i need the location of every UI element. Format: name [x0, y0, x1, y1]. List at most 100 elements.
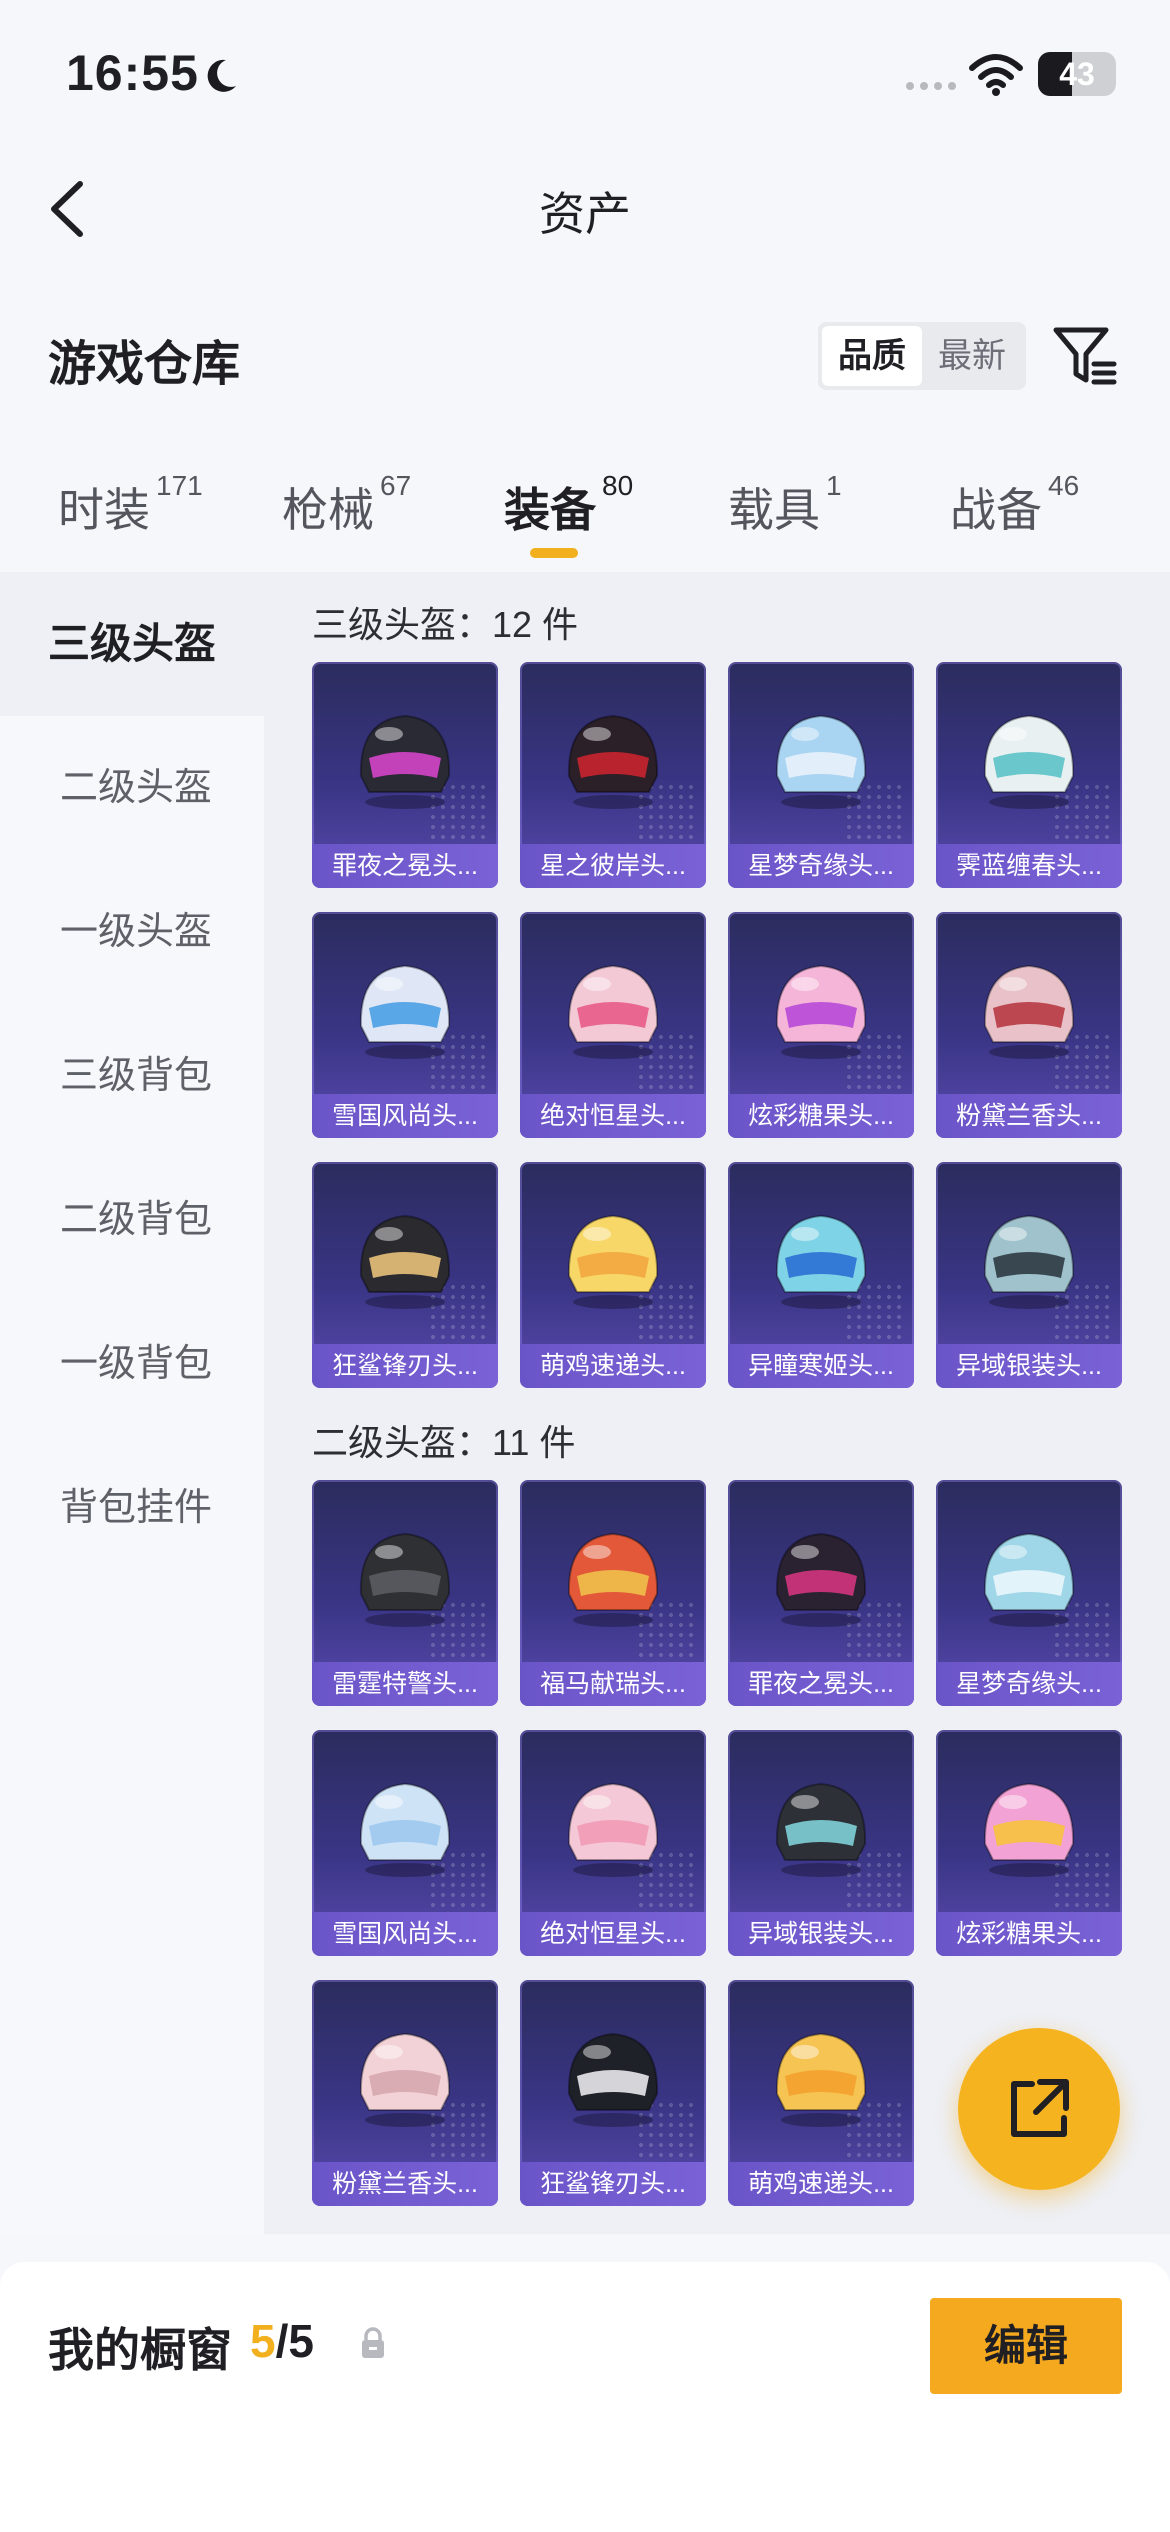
helmet-icon: [359, 714, 451, 809]
item-card[interactable]: 星之彼岸头...: [520, 662, 706, 888]
status-bar: 16:55 43: [0, 0, 1170, 150]
moon-icon: [207, 59, 236, 92]
item-card[interactable]: 福马献瑞头...: [520, 1480, 706, 1706]
share-fab-button[interactable]: [958, 2028, 1120, 2190]
helmet-icon: [775, 964, 867, 1059]
helmet-icon: [775, 714, 867, 809]
nav-bar: 资产: [0, 150, 1170, 260]
section-title: 二级头盔：11 件: [312, 1422, 576, 1463]
helmet-icon: [567, 1782, 659, 1877]
showcase-count-current: 5: [250, 2315, 276, 2367]
item-card[interactable]: 绝对恒星头...: [520, 1730, 706, 1956]
tab-count: 1: [826, 470, 842, 501]
side-nav-item[interactable]: 一级头盔: [0, 860, 264, 1004]
item-card-label: 霁蓝缠春头...: [936, 844, 1122, 888]
tab-label: 载具: [728, 484, 820, 536]
helmet-icon: [567, 2032, 659, 2127]
active-tab-indicator: [530, 548, 578, 558]
item-card[interactable]: 异域银装头...: [936, 1162, 1122, 1388]
item-card[interactable]: 萌鸡速递头...: [520, 1162, 706, 1388]
helmet-icon: [567, 964, 659, 1059]
side-nav-item[interactable]: 一级背包: [0, 1292, 264, 1436]
page-title: 资产: [539, 188, 631, 240]
showcase-label: 我的橱窗: [48, 2324, 232, 2376]
item-card-label: 绝对恒星头...: [520, 1912, 706, 1956]
item-card-label: 雪国风尚头...: [312, 1094, 498, 1138]
item-card-label: 雷霆特警头...: [312, 1662, 498, 1706]
item-card-label: 雪国风尚头...: [312, 1912, 498, 1956]
side-nav-item[interactable]: 三级头盔: [0, 572, 264, 716]
tab-vehicles[interactable]: 载具 1: [728, 470, 842, 540]
showcase-count: 5/5: [250, 2314, 314, 2368]
helmet-icon: [775, 1782, 867, 1877]
item-card[interactable]: 罪夜之冕头...: [728, 1480, 914, 1706]
tab-equipment[interactable]: 装备 80: [504, 470, 633, 540]
item-card[interactable]: 雷霆特警头...: [312, 1480, 498, 1706]
side-nav: 三级头盔 二级头盔 一级头盔 三级背包 二级背包 一级背包 背包挂件: [0, 572, 264, 2234]
tab-count: 67: [380, 470, 412, 501]
sort-option-quality[interactable]: 品质: [822, 326, 922, 386]
item-card[interactable]: 罪夜之冕头...: [312, 662, 498, 888]
item-card[interactable]: 星梦奇缘头...: [936, 1480, 1122, 1706]
item-card[interactable]: 萌鸡速递头...: [728, 1980, 914, 2206]
item-card-label: 粉黛兰香头...: [312, 2162, 498, 2206]
item-card[interactable]: 异瞳寒姬头...: [728, 1162, 914, 1388]
item-card[interactable]: 狂鲨锋刃头...: [312, 1162, 498, 1388]
showcase-count-total: /5: [275, 2315, 314, 2367]
helmet-icon: [775, 1214, 867, 1309]
item-card[interactable]: 炫彩糖果头...: [936, 1730, 1122, 1956]
helmet-icon: [359, 2032, 451, 2127]
category-tabs: 时装 171 枪械 67 装备 80 载具 1 战备 46: [0, 462, 1170, 572]
helmet-icon: [775, 2032, 867, 2127]
lock-icon[interactable]: [358, 2326, 388, 2360]
helmet-icon: [983, 1532, 1075, 1627]
tab-fashion[interactable]: 时装 171: [58, 470, 203, 540]
item-card-label: 异瞳寒姬头...: [728, 1344, 914, 1388]
helmet-icon: [775, 1532, 867, 1627]
helmet-icon: [567, 714, 659, 809]
filter-icon[interactable]: [1052, 324, 1118, 386]
item-card[interactable]: 雪国风尚头...: [312, 1730, 498, 1956]
helmet-icon: [359, 1214, 451, 1309]
item-card[interactable]: 霁蓝缠春头...: [936, 662, 1122, 888]
item-card-label: 狂鲨锋刃头...: [520, 2162, 706, 2206]
item-card[interactable]: 雪国风尚头...: [312, 912, 498, 1138]
item-card-label: 福马献瑞头...: [520, 1662, 706, 1706]
item-card-label: 异域银装头...: [936, 1344, 1122, 1388]
status-time: 16:55: [66, 45, 199, 101]
battery-indicator: 43: [1038, 52, 1116, 96]
item-card[interactable]: 星梦奇缘头...: [728, 662, 914, 888]
edit-button[interactable]: 编辑: [930, 2298, 1122, 2394]
item-card[interactable]: 粉黛兰香头...: [312, 1980, 498, 2206]
tab-firearms[interactable]: 枪械 67: [282, 470, 411, 540]
item-card-label: 萌鸡速递头...: [728, 2162, 914, 2206]
share-icon: [1011, 2079, 1069, 2137]
tab-supplies[interactable]: 战备 46: [950, 470, 1079, 540]
tab-count: 80: [602, 470, 634, 501]
item-card[interactable]: 粉黛兰香头...: [936, 912, 1122, 1138]
tab-count: 46: [1048, 470, 1080, 501]
side-nav-item[interactable]: 二级头盔: [0, 716, 264, 860]
signal-icon: [906, 82, 956, 90]
side-nav-item[interactable]: 三级背包: [0, 1004, 264, 1148]
helmet-icon: [983, 964, 1075, 1059]
sort-option-latest[interactable]: 最新: [922, 326, 1022, 386]
helmet-icon: [359, 964, 451, 1059]
side-nav-item[interactable]: 二级背包: [0, 1148, 264, 1292]
item-card-label: 异域银装头...: [728, 1912, 914, 1956]
item-card[interactable]: 狂鲨锋刃头...: [520, 1980, 706, 2206]
item-card[interactable]: 异域银装头...: [728, 1730, 914, 1956]
item-card[interactable]: 绝对恒星头...: [520, 912, 706, 1138]
item-card-label: 炫彩糖果头...: [936, 1912, 1122, 1956]
tab-label: 时装: [58, 484, 150, 536]
item-card-label: 狂鲨锋刃头...: [312, 1344, 498, 1388]
battery-text: 43: [1059, 56, 1095, 92]
wifi-icon: [969, 54, 1023, 96]
side-nav-item[interactable]: 背包挂件: [0, 1436, 264, 1580]
helmet-icon: [359, 1782, 451, 1877]
helmet-icon: [567, 1214, 659, 1309]
item-card-label: 绝对恒星头...: [520, 1094, 706, 1138]
item-card[interactable]: 炫彩糖果头...: [728, 912, 914, 1138]
tab-count: 171: [156, 470, 203, 501]
item-card-label: 星梦奇缘头...: [936, 1662, 1122, 1706]
